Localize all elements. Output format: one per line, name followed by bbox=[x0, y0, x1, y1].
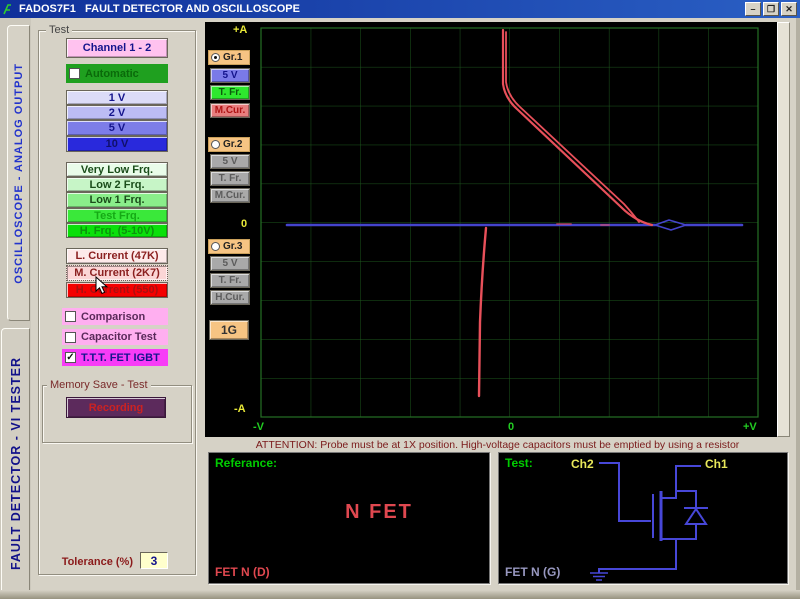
test-freq-button[interactable]: Test Frq. bbox=[66, 208, 168, 223]
gr3-test-freq-button[interactable]: T. Fr. bbox=[210, 273, 250, 288]
restore-button[interactable]: ❐ bbox=[763, 2, 779, 16]
minimize-button[interactable]: – bbox=[745, 2, 761, 16]
high-freq-button[interactable]: H. Frq. (5-10V) bbox=[66, 223, 168, 238]
gr2-radio[interactable]: Gr.2 bbox=[208, 137, 250, 152]
channel-1-2-button[interactable]: Channel 1 - 2 bbox=[66, 38, 168, 58]
voltage-2v-button[interactable]: 2 V bbox=[66, 105, 168, 120]
tolerance-input[interactable]: 3 bbox=[140, 552, 168, 569]
reference-component-name: N FET bbox=[209, 501, 489, 524]
window-bottom-edge bbox=[0, 590, 800, 599]
high-current-button[interactable]: H. Current (550) bbox=[66, 282, 168, 298]
gr3-5v-button[interactable]: 5 V bbox=[210, 256, 250, 271]
tolerance-label: Tolerance (%) bbox=[40, 556, 133, 568]
minus-v-axis-label: -V bbox=[253, 421, 264, 433]
close-button[interactable]: ✕ bbox=[781, 2, 797, 16]
mouse-cursor bbox=[95, 276, 109, 296]
comparison-checkbox[interactable] bbox=[65, 311, 76, 322]
oscilloscope-display: +A 0 -A -V 0 +V Gr.1 5 V T. Fr. M.Cur. G… bbox=[205, 22, 777, 437]
zero-bottom-axis-label: 0 bbox=[508, 421, 514, 433]
reference-pin-label: FET N (D) bbox=[215, 565, 270, 579]
tab-oscilloscope-analog-output[interactable]: OSCILLOSCOPE - ANALOG OUTPUT bbox=[7, 25, 30, 321]
gr1-medium-current-button[interactable]: M.Cur. bbox=[210, 103, 250, 118]
ttt-fet-igbt-label: T.T.T. FET IGBT bbox=[81, 352, 160, 364]
test-circuit-display: Test: Ch2 Ch1 FET N (G) bbox=[498, 452, 788, 584]
low-1-freq-button[interactable]: Low 1 Frq. bbox=[66, 192, 168, 208]
comparison-toggle[interactable]: Comparison bbox=[62, 308, 168, 325]
scope-traces bbox=[205, 22, 777, 437]
test-pin-label: FET N (G) bbox=[505, 565, 560, 579]
window-title: FADOS7F1 FAULT DETECTOR AND OSCILLOSCOPE bbox=[19, 3, 300, 15]
memory-save-title: Memory Save - Test bbox=[47, 379, 151, 391]
recording-button[interactable]: Recording bbox=[66, 397, 166, 418]
gr3-high-current-button[interactable]: H.Cur. bbox=[210, 290, 250, 305]
comparison-label: Comparison bbox=[81, 311, 145, 323]
automatic-checkbox[interactable] bbox=[69, 68, 80, 79]
reference-display: Referance: N FET FET N (D) bbox=[208, 452, 490, 584]
window-right-edge bbox=[796, 18, 800, 599]
tab-fault-detector-vi-tester[interactable]: FAULT DETECTOR - VI TESTER bbox=[1, 328, 30, 599]
low-current-button[interactable]: L. Current (47K) bbox=[66, 248, 168, 264]
gr3-radio[interactable]: Gr.3 bbox=[208, 239, 250, 254]
scope-right-border bbox=[777, 22, 790, 437]
medium-current-button[interactable]: M. Current (2K7) bbox=[66, 265, 168, 281]
gr1-5v-button[interactable]: 5 V bbox=[210, 68, 250, 83]
gr1-radio-circle[interactable] bbox=[211, 53, 220, 62]
gr3-radio-circle[interactable] bbox=[211, 242, 220, 251]
gr2-5v-button[interactable]: 5 V bbox=[210, 154, 250, 169]
voltage-5v-button[interactable]: 5 V bbox=[66, 120, 168, 136]
gr3-radio-label: Gr.3 bbox=[223, 241, 242, 252]
voltage-1v-button[interactable]: 1 V bbox=[66, 90, 168, 105]
minus-a-axis-label: -A bbox=[234, 403, 246, 415]
reference-title: Referance: bbox=[215, 456, 277, 470]
title-bar: FADOS7F1 FAULT DETECTOR AND OSCILLOSCOPE… bbox=[0, 0, 800, 18]
attention-notice: ATTENTION: Probe must be at 1X position.… bbox=[205, 439, 790, 451]
capacitor-test-checkbox[interactable] bbox=[65, 332, 76, 343]
automatic-toggle[interactable]: Automatic bbox=[66, 64, 168, 83]
ttt-fet-igbt-checkbox[interactable] bbox=[65, 352, 76, 363]
capacitor-test-toggle[interactable]: Capacitor Test bbox=[62, 329, 168, 345]
gr2-medium-current-button[interactable]: M.Cur. bbox=[210, 188, 250, 203]
gr2-radio-label: Gr.2 bbox=[223, 139, 242, 150]
tab-fault-detector-label: FAULT DETECTOR - VI TESTER bbox=[9, 357, 23, 570]
ttt-fet-igbt-toggle[interactable]: T.T.T. FET IGBT bbox=[62, 349, 168, 366]
voltage-10v-button[interactable]: 10 V bbox=[66, 136, 168, 152]
test-groupbox-title: Test bbox=[46, 24, 72, 36]
gr2-radio-circle[interactable] bbox=[211, 140, 220, 149]
low-2-freq-button[interactable]: Low 2 Frq. bbox=[66, 177, 168, 192]
gr1-radio[interactable]: Gr.1 bbox=[208, 50, 250, 65]
very-low-freq-button[interactable]: Very Low Frq. bbox=[66, 162, 168, 177]
zero-left-axis-label: 0 bbox=[241, 218, 247, 230]
gr1-test-freq-button[interactable]: T. Fr. bbox=[210, 85, 250, 100]
gain-1g-button[interactable]: 1G bbox=[209, 320, 249, 340]
tab-oscilloscope-label: OSCILLOSCOPE - ANALOG OUTPUT bbox=[13, 63, 25, 284]
side-tab-strip: OSCILLOSCOPE - ANALOG OUTPUT FAULT DETEC… bbox=[0, 18, 31, 599]
automatic-label: Automatic bbox=[85, 68, 139, 80]
plus-v-axis-label: +V bbox=[743, 421, 757, 433]
app-icon bbox=[3, 3, 15, 15]
capacitor-test-label: Capacitor Test bbox=[81, 331, 157, 343]
gr1-radio-label: Gr.1 bbox=[223, 52, 242, 63]
plus-a-axis-label: +A bbox=[233, 24, 247, 36]
gr2-test-freq-button[interactable]: T. Fr. bbox=[210, 171, 250, 186]
